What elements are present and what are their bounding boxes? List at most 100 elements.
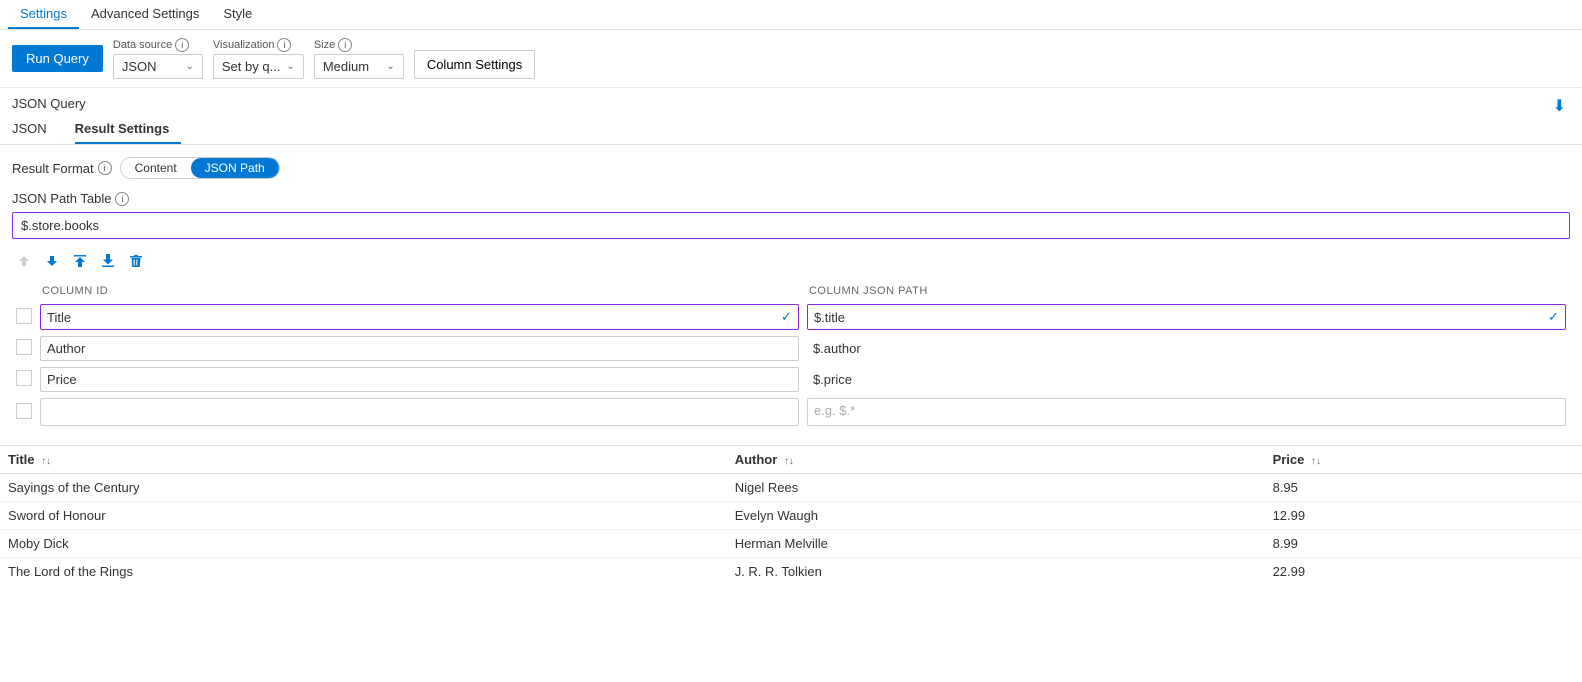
size-chevron-icon: ⌄ bbox=[386, 61, 394, 72]
preview-cell-title: Sword of Honour bbox=[0, 502, 727, 530]
column-settings-button[interactable]: Column Settings bbox=[414, 50, 535, 79]
visualization-info-icon[interactable]: i bbox=[277, 38, 291, 52]
row3-id-input[interactable]: Price bbox=[40, 367, 799, 392]
format-content-btn[interactable]: Content bbox=[121, 158, 191, 178]
row3-check-cell bbox=[12, 364, 36, 395]
size-dropdown[interactable]: Medium ⌄ bbox=[314, 54, 404, 79]
content-area: Result Format i Content JSON Path JSON P… bbox=[0, 145, 1582, 441]
result-format-info-icon[interactable]: i bbox=[98, 161, 112, 175]
tab-style[interactable]: Style bbox=[211, 0, 264, 29]
preview-section: Title ↑↓ Author ↑↓ Price ↑↓ Sayings of t… bbox=[0, 445, 1582, 585]
preview-cell-title: The Lord of the Rings bbox=[0, 558, 727, 586]
size-text: Size bbox=[314, 39, 335, 51]
row2-id-input[interactable]: Author bbox=[40, 336, 799, 361]
tab-advanced-settings[interactable]: Advanced Settings bbox=[79, 0, 211, 29]
data-source-info-icon[interactable]: i bbox=[175, 38, 189, 52]
row1-id-cell: Title ✓ bbox=[36, 301, 803, 333]
visualization-text: Visualization bbox=[213, 39, 275, 51]
preview-header-row: Title ↑↓ Author ↑↓ Price ↑↓ bbox=[0, 446, 1582, 474]
trash-icon bbox=[128, 253, 144, 269]
visualization-group: Visualization i Set by q... ⌄ bbox=[213, 38, 304, 79]
json-path-table-input[interactable] bbox=[12, 212, 1570, 239]
result-format-text: Result Format bbox=[12, 161, 94, 176]
move-bottom-button[interactable] bbox=[96, 251, 120, 271]
col-header-path: COLUMN JSON PATH bbox=[803, 281, 1570, 301]
table-row: Sword of HonourEvelyn Waugh12.99 bbox=[0, 502, 1582, 530]
run-query-button[interactable]: Run Query bbox=[12, 45, 103, 72]
row1-id-input[interactable]: Title ✓ bbox=[40, 304, 799, 330]
row1-checkmark-icon: ✓ bbox=[781, 309, 792, 325]
new-row-path-cell: e.g. $.* bbox=[803, 395, 1570, 429]
row1-path-input[interactable]: $.title ✓ bbox=[807, 304, 1566, 330]
visualization-value: Set by q... bbox=[222, 59, 281, 74]
preview-table: Title ↑↓ Author ↑↓ Price ↑↓ Sayings of t… bbox=[0, 446, 1582, 585]
move-top-button[interactable] bbox=[68, 251, 92, 271]
move-up-button[interactable] bbox=[12, 251, 36, 271]
row1-checkbox[interactable] bbox=[16, 308, 32, 324]
preview-cell-price: 22.99 bbox=[1265, 558, 1582, 586]
size-info-icon[interactable]: i bbox=[338, 38, 352, 52]
delete-row-button[interactable] bbox=[124, 251, 148, 271]
new-row-id-cell bbox=[36, 395, 803, 429]
top-bar: Settings Advanced Settings Style bbox=[0, 0, 1582, 30]
preview-cell-price: 12.99 bbox=[1265, 502, 1582, 530]
row1-id-value: Title bbox=[47, 310, 781, 325]
new-row-id-input[interactable] bbox=[40, 398, 799, 426]
visualization-chevron-icon: ⌄ bbox=[286, 61, 294, 72]
data-source-dropdown[interactable]: JSON ⌄ bbox=[113, 54, 203, 79]
sub-tab-json[interactable]: JSON bbox=[12, 115, 59, 144]
sub-tab-result-settings[interactable]: Result Settings bbox=[75, 115, 182, 144]
arrow-up-icon bbox=[16, 253, 32, 269]
json-path-table-info-icon[interactable]: i bbox=[115, 192, 129, 206]
visualization-dropdown[interactable]: Set by q... ⌄ bbox=[213, 54, 304, 79]
new-row-path-input[interactable]: e.g. $.* bbox=[807, 398, 1566, 426]
table-row: Sayings of the CenturyNigel Rees8.95 bbox=[0, 474, 1582, 502]
new-row-checkbox[interactable] bbox=[16, 403, 32, 419]
table-row: Moby DickHerman Melville8.99 bbox=[0, 530, 1582, 558]
column-editor-table: COLUMN ID COLUMN JSON PATH Title ✓ bbox=[12, 281, 1570, 429]
download-icon[interactable]: ⬇ bbox=[1553, 96, 1566, 116]
visualization-label: Visualization i bbox=[213, 38, 304, 52]
row2-check-cell bbox=[12, 333, 36, 364]
top-tabs: Settings Advanced Settings Style bbox=[0, 0, 1582, 30]
preview-cell-author: Herman Melville bbox=[727, 530, 1265, 558]
result-format-toggle: Content JSON Path bbox=[120, 157, 280, 179]
col-header-id: COLUMN ID bbox=[36, 281, 803, 301]
table-row-controls bbox=[12, 249, 1570, 273]
preview-cell-price: 8.99 bbox=[1265, 530, 1582, 558]
data-source-label: Data source i bbox=[113, 38, 203, 52]
row2-id-value: Author bbox=[47, 341, 792, 356]
result-format-row: Result Format i Content JSON Path bbox=[12, 157, 1570, 179]
table-row: Author $.author bbox=[12, 333, 1570, 364]
preview-col-price: Price ↑↓ bbox=[1265, 446, 1582, 474]
data-source-text: Data source bbox=[113, 39, 172, 51]
row2-checkbox[interactable] bbox=[16, 339, 32, 355]
preview-cell-author: Nigel Rees bbox=[727, 474, 1265, 502]
preview-cell-title: Sayings of the Century bbox=[0, 474, 727, 502]
preview-col-author: Author ↑↓ bbox=[727, 446, 1265, 474]
arrow-to-top-icon bbox=[72, 253, 88, 269]
preview-cell-title: Moby Dick bbox=[0, 530, 727, 558]
json-path-table-label: JSON Path Table i bbox=[12, 191, 1570, 206]
result-format-label: Result Format i bbox=[12, 161, 112, 176]
row1-path-checkmark-icon: ✓ bbox=[1548, 309, 1559, 325]
toolbar: Run Query Data source i JSON ⌄ Visualiza… bbox=[0, 30, 1582, 88]
row3-checkbox[interactable] bbox=[16, 370, 32, 386]
table-row: The Lord of the RingsJ. R. R. Tolkien22.… bbox=[0, 558, 1582, 586]
json-path-section: JSON Path Table i bbox=[12, 191, 1570, 239]
tab-settings[interactable]: Settings bbox=[8, 0, 79, 29]
row3-path-cell: $.price bbox=[803, 364, 1570, 395]
move-down-button[interactable] bbox=[40, 251, 64, 271]
row1-path-cell: $.title ✓ bbox=[803, 301, 1570, 333]
size-group: Size i Medium ⌄ bbox=[314, 38, 404, 79]
title-sort-icon[interactable]: ↑↓ bbox=[41, 456, 51, 467]
format-json-path-btn[interactable]: JSON Path bbox=[191, 158, 279, 178]
row3-id-value: Price bbox=[47, 372, 792, 387]
author-sort-icon[interactable]: ↑↓ bbox=[784, 456, 794, 467]
new-row-check-cell bbox=[12, 395, 36, 429]
new-row-path-placeholder: e.g. $.* bbox=[814, 403, 855, 418]
row2-id-cell: Author bbox=[36, 333, 803, 364]
preview-cell-author: J. R. R. Tolkien bbox=[727, 558, 1265, 586]
price-sort-icon[interactable]: ↑↓ bbox=[1311, 456, 1321, 467]
row3-id-cell: Price bbox=[36, 364, 803, 395]
